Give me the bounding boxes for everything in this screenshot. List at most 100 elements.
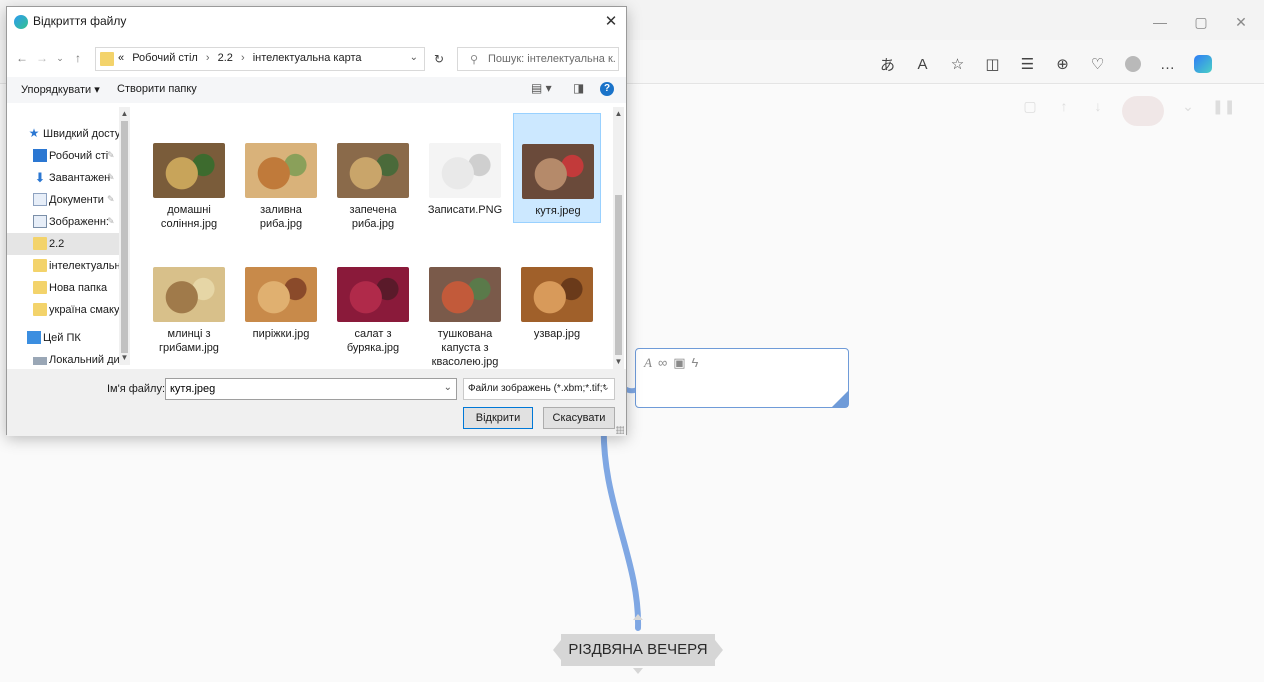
tree-item-new-folder[interactable]: Нова папка [7, 277, 119, 299]
tree-item-quick-access[interactable]: ★ Швидкий доступ [7, 123, 119, 145]
up-icon[interactable]: ↑ [71, 49, 85, 67]
view-options-icon[interactable]: ▤ ▾ [531, 81, 552, 95]
file-item[interactable]: пиріжки.jpg [237, 237, 325, 347]
tree-item-desktop[interactable]: Робочий сті ✎ [7, 145, 119, 167]
file-name-line: риба.jpg [351, 218, 395, 230]
file-item[interactable]: салат з буряка.jpg [329, 237, 417, 354]
organize-button[interactable]: Упорядкувати ▾ [21, 83, 100, 96]
star-icon: ★ [28, 126, 40, 140]
file-name-line: квасолею.jpg [431, 356, 499, 368]
tree-item-label: інтелектуальна [49, 260, 119, 272]
folder-icon [33, 281, 47, 294]
open-button[interactable]: Відкрити [463, 407, 533, 429]
navigation-scrollbar[interactable]: ▲ ▼ [119, 107, 130, 365]
file-name-line: узвар.jpg [533, 328, 581, 340]
file-list-scrollbar[interactable]: ▲ ▼ [613, 107, 624, 369]
download-icon: ⬇ [34, 170, 46, 185]
tree-item-local-disk[interactable]: Локальний дис [7, 349, 119, 365]
link-icon[interactable]: ∞ [658, 355, 667, 371]
mindmap-root-node[interactable]: РІЗДВЯНА ВЕЧЕРЯ [553, 632, 723, 668]
pin-icon: ✎ [107, 172, 115, 182]
file-item[interactable]: запечена риба.jpg [329, 113, 417, 230]
pictures-icon [33, 215, 47, 228]
file-name: домашні соління.jpg [145, 203, 233, 231]
file-item[interactable]: тушкована капуста з квасолею.jpg [421, 237, 509, 368]
scrollbar-thumb[interactable] [615, 195, 622, 355]
file-name: тушкована капуста з квасолею.jpg [421, 327, 509, 369]
file-name-line: салат з [354, 328, 392, 340]
search-box[interactable]: ⚲ Пошук: інтелектуальна к... [457, 47, 619, 71]
file-name-line: тушкована [437, 328, 493, 340]
forward-icon[interactable]: → [35, 49, 49, 67]
file-thumbnail [337, 267, 409, 322]
preview-pane-icon[interactable]: ◨ [573, 81, 584, 95]
text-style-icon[interactable]: A [644, 355, 652, 371]
file-thumbnail [429, 267, 501, 322]
tree-item-label: Нова папка [49, 282, 108, 294]
filename-label: Ім'я файлу: [107, 383, 166, 395]
file-name: кутя.jpeg [514, 204, 602, 218]
tree-item-mindmap-folder[interactable]: інтелектуальна [7, 255, 119, 277]
file-thumbnail [153, 267, 225, 322]
breadcrumb-mindmap-folder[interactable]: інтелектуальна карта [253, 52, 362, 64]
recent-locations-icon[interactable]: ⌄ [53, 49, 67, 67]
help-button[interactable]: ? [600, 82, 614, 96]
breadcrumb-desktop[interactable]: Робочий стіл [132, 52, 198, 64]
pc-icon [27, 331, 41, 344]
scroll-down-icon[interactable]: ▼ [119, 353, 130, 362]
file-item[interactable]: Записати.PNG [421, 113, 509, 223]
close-dialog-button[interactable]: ✕ [596, 7, 626, 37]
back-icon[interactable]: ← [15, 49, 29, 67]
file-type-select[interactable]: Файли зображень (*.xbm;*.tif;* ⌄ [463, 378, 615, 400]
breadcrumb-overflow[interactable]: « [118, 52, 124, 64]
file-name: салат з буряка.jpg [329, 327, 417, 355]
breadcrumb: « Робочий стіл › 2.2 › інтелектуальна ка… [118, 52, 367, 64]
chevron-down-icon[interactable]: ⌄ [444, 382, 452, 393]
expand-right-icon[interactable] [715, 640, 723, 660]
lightning-icon[interactable]: ϟ [692, 355, 699, 371]
file-type-value: Файли зображень (*.xbm;*.tif;* [468, 383, 607, 394]
expand-left-icon[interactable] [553, 640, 561, 660]
address-bar[interactable]: « Робочий стіл › 2.2 › інтелектуальна ка… [95, 47, 425, 71]
command-bar: Упорядкувати ▾ Створити папку ▤ ▾ ◨ ? [7, 77, 626, 103]
file-thumbnail [522, 144, 594, 199]
file-item[interactable]: домашні соління.jpg [145, 113, 233, 230]
filename-input[interactable] [170, 380, 440, 398]
refresh-icon[interactable]: ↻ [427, 47, 451, 71]
chevron-down-icon[interactable]: ⌄ [410, 52, 418, 63]
scroll-up-icon[interactable]: ▲ [119, 109, 130, 118]
breadcrumb-separator: › [205, 52, 210, 64]
scrollbar-thumb[interactable] [121, 121, 128, 353]
tree-item-pictures[interactable]: Зображенн: ✎ [7, 211, 119, 233]
tree-item-documents[interactable]: Документи ✎ [7, 189, 119, 211]
breadcrumb-2-2[interactable]: 2.2 [218, 52, 233, 64]
mindmap-node-editor[interactable]: A ∞ ▣ ϟ [635, 348, 849, 408]
file-name-line: домашні [167, 204, 211, 216]
file-name-line: млинці з [167, 328, 211, 340]
tree-item-ukraine-tastes[interactable]: україна смакує [7, 299, 119, 321]
drive-icon [33, 357, 47, 365]
navigation-bar: ← → ⌄ ↑ « Робочий стіл › 2.2 › інтелекту… [7, 45, 626, 71]
file-item[interactable]: кутя.jpeg [513, 113, 601, 223]
node-resize-handle[interactable] [832, 391, 848, 407]
file-item[interactable]: заливна риба.jpg [237, 113, 325, 230]
file-item[interactable]: узвар.jpg [513, 237, 601, 347]
file-name-line: пиріжки.jpg [252, 328, 310, 340]
new-folder-button[interactable]: Створити папку [117, 83, 197, 95]
file-item[interactable]: млинці з грибами.jpg [145, 237, 233, 354]
folder-icon [33, 259, 47, 272]
image-icon[interactable]: ▣ [673, 355, 685, 371]
scroll-up-icon[interactable]: ▲ [613, 109, 624, 118]
scroll-down-icon[interactable]: ▼ [613, 357, 624, 366]
cancel-button[interactable]: Скасувати [543, 407, 615, 429]
file-thumbnail [429, 143, 501, 198]
tree-item-downloads[interactable]: ⬇ Завантажен ✎ [7, 167, 119, 189]
tree-item-2-2[interactable]: 2.2 [7, 233, 119, 255]
tree-item-label: Документи [49, 194, 104, 206]
filename-field[interactable]: ⌄ [165, 378, 457, 400]
resize-grip[interactable] [616, 426, 624, 434]
tree-item-this-pc[interactable]: Цей ПК [7, 327, 119, 349]
chevron-down-icon[interactable]: ⌄ [602, 382, 610, 393]
edge-icon [14, 15, 28, 29]
tree-item-label: Локальний дис [49, 354, 119, 365]
